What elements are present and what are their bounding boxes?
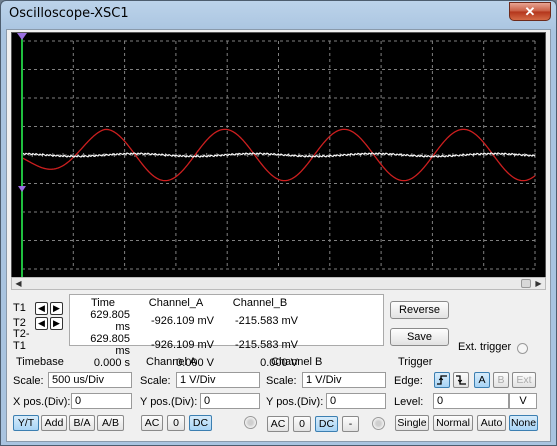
timebase-xpos-field[interactable]: 0 [71,393,132,409]
readout-t2-channel-b: -215.583 mV [235,339,298,351]
trigger-level-field[interactable]: 0 [433,393,509,409]
t1-left-arrow-icon[interactable]: ◀ [35,301,48,315]
trigger-source-ext-button[interactable]: Ext [512,372,536,388]
readout-row-t1: 629.805 ms -926.109 mV -215.583 mV [72,309,302,333]
horizontal-scrollbar[interactable]: ◀ ▶ [11,277,546,290]
channel-b-ypos-field[interactable]: 0 [326,393,386,409]
falling-edge-icon[interactable] [453,372,469,388]
channel-a-knob-icon[interactable] [244,416,257,429]
trigger-single-button[interactable]: Single [395,415,429,431]
reverse-button[interactable]: Reverse [390,301,449,319]
readout-t2-channel-a: -926.109 mV [151,339,214,351]
channel-a-ground-button[interactable]: 0 [167,415,185,431]
channel-b-ground-button[interactable]: 0 [293,416,311,432]
title-bar[interactable]: Oscilloscope-XSC1 ✕ [1,1,556,29]
trigger-none-button[interactable]: None [509,415,538,431]
scroll-right-icon[interactable]: ▶ [532,278,545,289]
mode-ab-button[interactable]: A/B [97,415,124,431]
cursor-t2t1-row: T2-T1 [13,328,35,352]
readout-header-channel-a: Channel_A [148,297,204,309]
readout-header-time: Time [90,297,116,309]
cursor-t1-row: T1 ◀ ▶ [13,301,65,315]
channel-b-title: Channel B [271,356,323,368]
measurement-readout: Time Channel_A Channel_B 629.805 ms -926… [69,294,384,369]
channel-b-ypos-label: Y pos.(Div): [266,396,324,408]
t1-right-arrow-icon[interactable]: ▶ [50,301,63,315]
timebase-scale-label: Scale: [13,375,44,387]
channel-a-ypos-field[interactable]: 0 [200,393,260,409]
t1-label: T1 [13,302,26,314]
readout-t1-channel-b: -215.583 mV [235,315,298,327]
scroll-left-icon[interactable]: ◀ [12,278,25,289]
readout-t1-time: 629.805 ms [90,309,130,333]
readout-row-t2: 629.805 ms -926.109 mV -215.583 mV [72,333,302,357]
readout-t2-time: 629.805 ms [90,333,130,357]
trigger-auto-button[interactable]: Auto [477,415,506,431]
mode-add-button[interactable]: Add [41,415,67,431]
trigger-level-unit[interactable]: V [509,393,537,409]
ext-trigger-label: Ext. trigger [458,341,512,353]
timebase-xpos-label: X pos.(Div): [13,396,71,408]
readout-header-row: Time Channel_A Channel_B [72,297,302,309]
readout-header-channel-b: Channel_B [232,297,288,309]
channel-b-knob-icon[interactable] [372,417,385,430]
scope-display[interactable] [12,33,545,277]
channel-a-ac-button[interactable]: AC [141,415,163,431]
window-title: Oscilloscope-XSC1 [9,6,129,21]
client-area: ◀ ▶ T1 ◀ ▶ T2 ◀ ▶ T2-T1 Time Channel_A C… [6,29,551,442]
trigger-normal-button[interactable]: Normal [433,415,473,431]
timebase-scale-field[interactable]: 500 us/Div [48,372,132,388]
readout-t2t1-time: 0.000 s [93,357,130,369]
save-button[interactable]: Save [390,328,449,346]
rising-edge-icon[interactable] [434,372,450,388]
close-button[interactable]: ✕ [509,2,551,21]
channel-a-title: Channel A [146,356,197,368]
ext-trigger-radio[interactable] [517,343,528,354]
scope-screen[interactable] [11,32,546,278]
channel-a-dc-button[interactable]: DC [189,415,212,431]
channel-b-invert-button[interactable]: - [342,416,359,432]
scroll-thumb[interactable] [521,279,531,288]
channel-a-scale-field[interactable]: 1 V/Div [176,372,260,388]
oscilloscope-window: Oscilloscope-XSC1 ✕ ◀ ▶ T1 ◀ ▶ T2 ◀ ▶ T2… [0,0,557,446]
trigger-source-b-button[interactable]: B [493,372,509,388]
mode-yt-button[interactable]: Y/T [13,415,39,431]
t2t1-label: T2-T1 [13,328,30,352]
readout-t1-channel-a: -926.109 mV [151,315,214,327]
t2-right-arrow-icon[interactable]: ▶ [50,316,63,330]
channel-a-ypos-label: Y pos.(Div): [140,396,198,408]
trigger-source-a-button[interactable]: A [474,372,490,388]
channel-b-scale-field[interactable]: 1 V/Div [302,372,386,388]
t2-left-arrow-icon[interactable]: ◀ [35,316,48,330]
trigger-level-label: Level: [394,396,424,408]
trigger-edge-label: Edge: [394,375,423,387]
timebase-title: Timebase [16,356,64,368]
channel-a-scale-label: Scale: [140,375,171,387]
trigger-title: Trigger [398,356,433,368]
channel-b-ac-button[interactable]: AC [267,416,289,432]
channel-b-dc-button[interactable]: DC [315,416,338,432]
mode-ba-button[interactable]: B/A [69,415,95,431]
channel-b-scale-label: Scale: [266,375,297,387]
